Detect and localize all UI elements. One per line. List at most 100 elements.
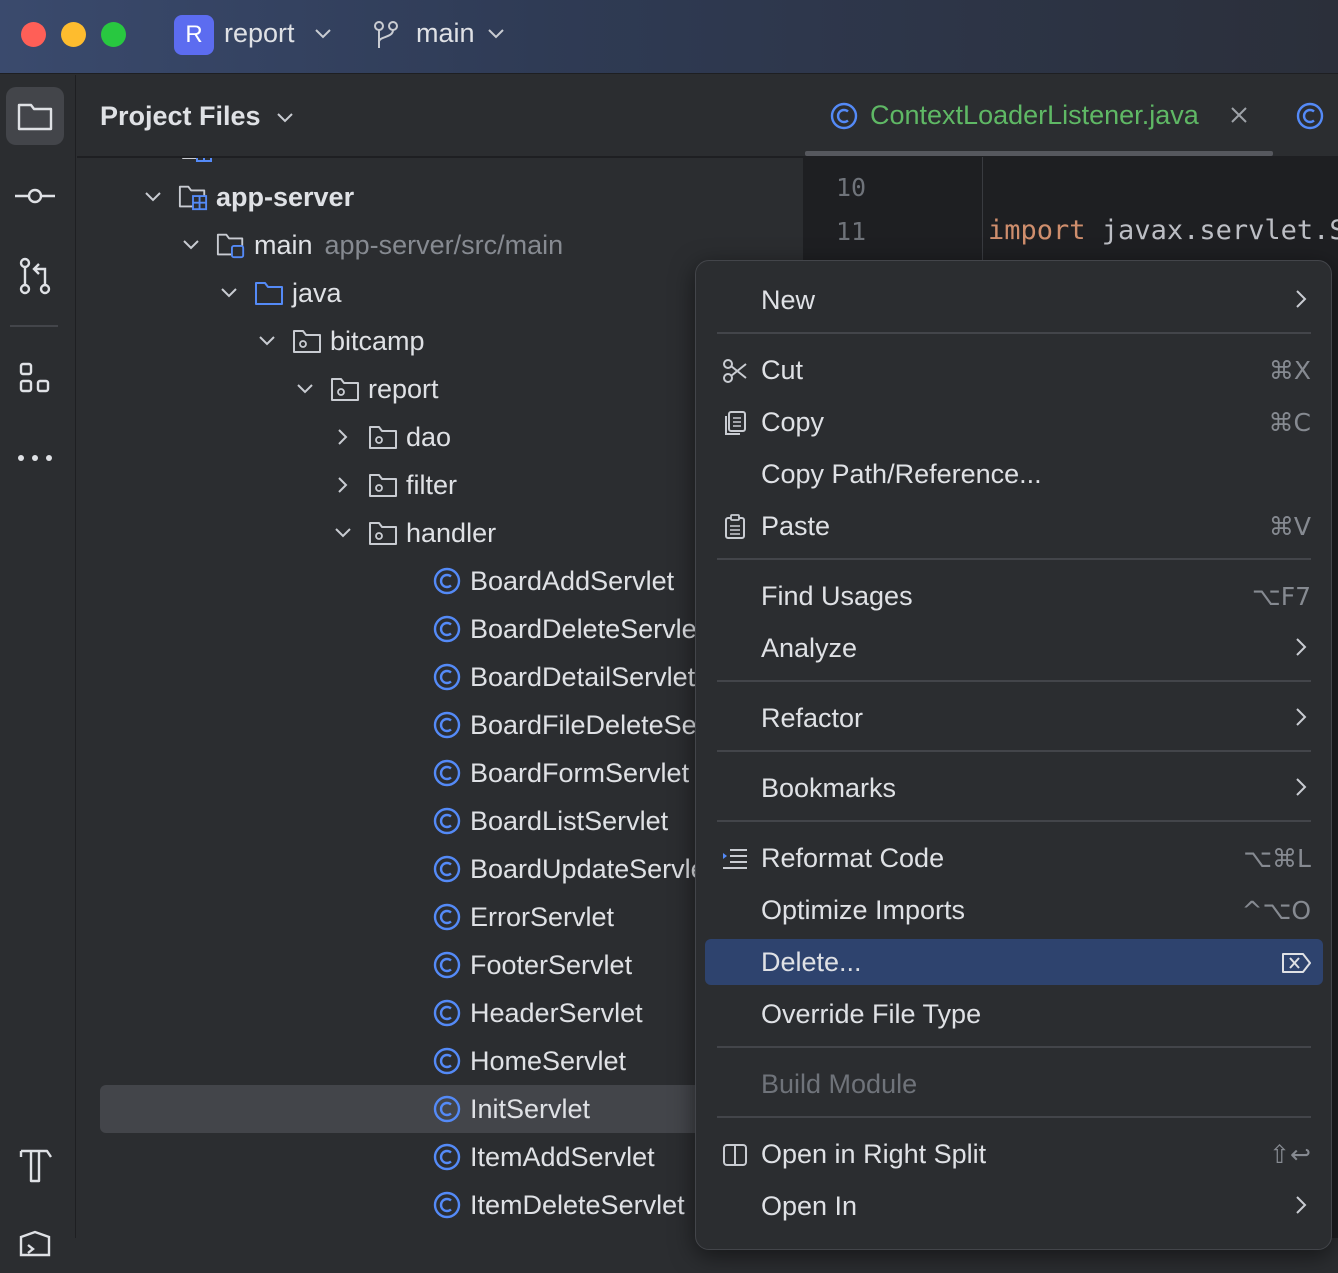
tree-item-label: handler <box>406 517 497 548</box>
menu-item-shortcut: ⇧↩ <box>1269 1139 1311 1169</box>
structure-icon[interactable] <box>6 349 64 407</box>
tree-item-label: InitServlet <box>470 1093 591 1124</box>
close-window-button[interactable] <box>21 22 46 47</box>
folder-icon[interactable] <box>6 87 64 145</box>
git-branch-icon[interactable] <box>372 20 400 55</box>
menu-item-label: Cut <box>761 354 804 385</box>
menu-item-analyze[interactable]: Analyze <box>705 625 1323 671</box>
package-icon <box>368 470 398 500</box>
editor-tab-bar: ContextLoaderListener.java <box>803 75 1338 157</box>
class-icon <box>432 1094 462 1124</box>
menu-item-find-usages[interactable]: Find Usages ⌥F7 <box>705 573 1323 619</box>
menu-item-shortcut: ^⌥O <box>1241 895 1311 925</box>
line-number: 11 <box>836 217 867 246</box>
menu-item-bookmarks[interactable]: Bookmarks <box>705 765 1323 811</box>
class-icon <box>432 710 462 740</box>
menu-item-label: Refactor <box>761 702 864 733</box>
chevron-down-icon[interactable] <box>292 376 318 402</box>
tool-window-strip <box>0 75 76 1257</box>
package-icon <box>368 518 398 548</box>
menu-item-optimize-imports[interactable]: Optimize Imports ^⌥O <box>705 887 1323 933</box>
code-line[interactable]: import javax.servlet.Ser <box>988 215 1338 246</box>
class-icon <box>432 566 462 596</box>
minimize-window-button[interactable] <box>61 22 86 47</box>
menu-item-refactor[interactable]: Refactor <box>705 695 1323 741</box>
class-icon <box>432 950 462 980</box>
tree-item-label: ItemDeleteServlet <box>470 1189 685 1220</box>
menu-item-reformat-code[interactable]: Reformat Code ⌥⌘L <box>705 835 1323 881</box>
class-icon <box>432 998 462 1028</box>
tree-item-label: java <box>292 277 342 308</box>
chevron-right-icon[interactable] <box>330 472 356 498</box>
code-keyword: import <box>988 215 1086 246</box>
menu-separator <box>717 820 1311 822</box>
menu-item-delete[interactable]: Delete... <box>705 939 1323 985</box>
class-icon <box>432 1190 462 1220</box>
folder-icon <box>254 278 284 308</box>
class-icon <box>829 101 859 136</box>
more-icon[interactable] <box>6 429 64 487</box>
menu-item-label: Open In <box>761 1190 858 1221</box>
tree-row-clipped <box>181 158 381 162</box>
menu-separator <box>717 1116 1311 1118</box>
menu-separator <box>717 558 1311 560</box>
menu-separator <box>717 680 1311 682</box>
chevron-down-icon[interactable] <box>330 520 356 546</box>
title-bar: R report main <box>0 0 1338 74</box>
chevron-down-icon[interactable] <box>140 184 166 210</box>
menu-item-paste[interactable]: Paste ⌘V <box>705 503 1323 549</box>
tree-item-app-server[interactable]: app-server <box>77 173 803 221</box>
panel-title[interactable]: Project Files <box>100 101 294 132</box>
chevron-right-icon <box>1295 637 1307 662</box>
terminal-icon[interactable] <box>6 1215 64 1273</box>
tree-item-label: BoardAddServlet <box>470 565 675 596</box>
project-name[interactable]: report <box>224 18 295 49</box>
menu-item-open-in[interactable]: Open In <box>705 1183 1323 1229</box>
close-icon[interactable] <box>1229 105 1249 130</box>
menu-item-label: Copy Path/Reference... <box>761 458 1042 489</box>
menu-item-shortcut: ⌥F7 <box>1251 581 1311 611</box>
branch-name[interactable]: main <box>416 18 475 49</box>
class-icon <box>432 758 462 788</box>
tree-item-label: app-server <box>216 181 355 212</box>
class-icon[interactable] <box>1295 101 1325 136</box>
line-number: 10 <box>836 173 867 202</box>
menu-item-new[interactable]: New <box>705 277 1323 323</box>
chevron-down-icon[interactable] <box>254 328 280 354</box>
build-icon[interactable] <box>6 1135 64 1193</box>
chevron-right-icon[interactable] <box>330 424 356 450</box>
class-icon <box>432 1142 462 1172</box>
chevron-down-icon[interactable] <box>216 280 242 306</box>
chevron-down-icon[interactable] <box>276 112 294 124</box>
tree-item-label: BoardUpdateServlet <box>470 853 714 884</box>
class-icon <box>432 662 462 692</box>
tree-item-label: HeaderServlet <box>470 997 643 1028</box>
menu-item-copy-path-reference[interactable]: Copy Path/Reference... <box>705 451 1323 497</box>
chevron-down-icon[interactable] <box>314 24 332 45</box>
menu-item-cut[interactable]: Cut ⌘X <box>705 347 1323 393</box>
zoom-window-button[interactable] <box>101 22 126 47</box>
menu-item-label: Bookmarks <box>761 772 897 803</box>
tree-item-label: dao <box>406 421 452 452</box>
menu-separator <box>717 332 1311 334</box>
chevron-down-icon[interactable] <box>178 232 204 258</box>
pull-requests-icon[interactable] <box>6 247 64 305</box>
menu-item-override-file-type[interactable]: Override File Type <box>705 991 1323 1037</box>
package-icon <box>292 326 322 356</box>
module-icon <box>178 182 208 212</box>
menu-item-shortcut: ⌥⌘L <box>1243 843 1311 873</box>
tab-context-loader-listener[interactable]: ContextLoaderListener.java <box>870 100 1199 131</box>
menu-item-copy[interactable]: Copy ⌘C <box>705 399 1323 445</box>
menu-item-label: Copy <box>761 406 825 437</box>
class-icon <box>432 1046 462 1076</box>
menu-item-open-in-right-split[interactable]: Open in Right Split ⇧↩ <box>705 1131 1323 1177</box>
chevron-right-icon <box>1295 707 1307 732</box>
chevron-down-icon[interactable] <box>487 24 505 45</box>
project-badge[interactable]: R <box>174 15 214 55</box>
tree-item-main[interactable]: main app-server/src/main <box>77 221 803 269</box>
chevron-right-icon <box>1295 777 1307 802</box>
tree-item-label: ErrorServlet <box>470 901 615 932</box>
tree-item-label: BoardDetailServlet <box>470 661 696 692</box>
commit-icon[interactable] <box>6 167 64 225</box>
class-icon <box>432 614 462 644</box>
